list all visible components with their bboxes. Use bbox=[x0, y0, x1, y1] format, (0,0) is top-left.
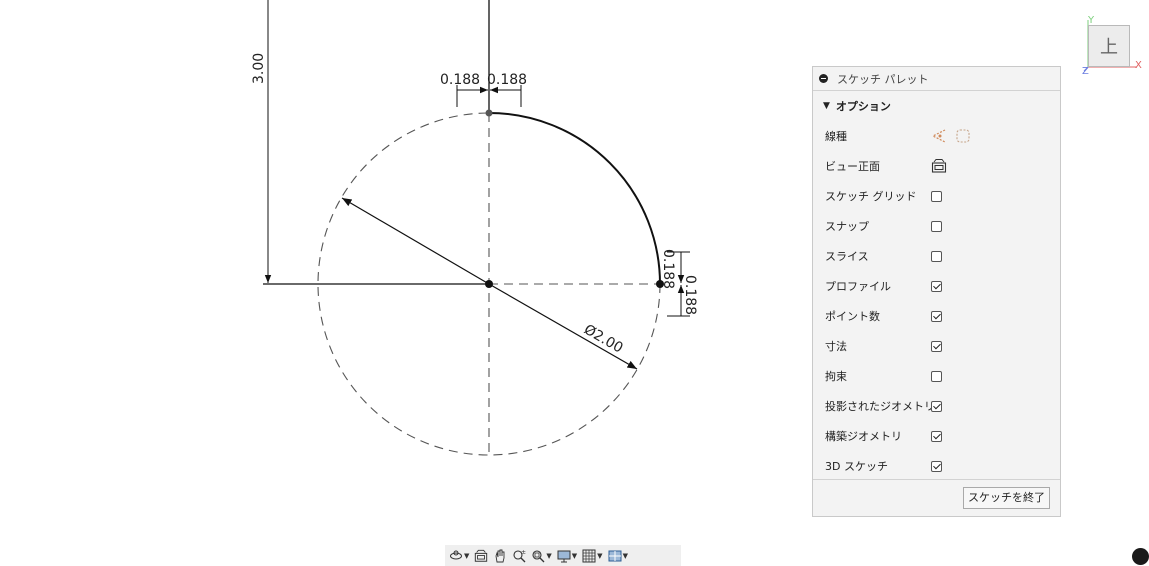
row-label: スライス bbox=[825, 250, 869, 263]
svg-text:±: ± bbox=[521, 549, 526, 556]
3d-sketch-checkbox[interactable] bbox=[931, 460, 942, 472]
fit-icon bbox=[532, 549, 545, 562]
arc-start-point[interactable] bbox=[485, 109, 493, 117]
viewcube[interactable]: X Y Z 上 bbox=[1082, 14, 1144, 74]
constraints-checkbox[interactable] bbox=[931, 370, 942, 382]
diameter-line-upper[interactable] bbox=[341, 197, 490, 285]
row-linetype: 線種 bbox=[813, 121, 1060, 151]
sketch-palette: スケッチ パレット ▼ オプション 線種 ビュー正面 スケッチ グリッド スナッ… bbox=[812, 66, 1061, 517]
navigation-bar: ▼ ± ▼ ▼ ▼ ▼ bbox=[445, 545, 681, 566]
dim-top-left-text[interactable]: 0.188 bbox=[440, 72, 480, 88]
row-label: 拘束 bbox=[825, 370, 847, 383]
triangle-down-icon: ▼ bbox=[823, 101, 830, 111]
palette-footer: スケッチを終了 bbox=[813, 479, 1060, 516]
sketch-arc[interactable] bbox=[488, 112, 661, 285]
snap-checkbox[interactable] bbox=[931, 220, 942, 232]
status-badge-icon[interactable] bbox=[1132, 548, 1149, 565]
options-section-header[interactable]: ▼ オプション bbox=[813, 91, 1060, 121]
row-label: 投影されたジオメトリ bbox=[825, 400, 935, 413]
orbit-button[interactable]: ▼ bbox=[449, 549, 469, 563]
row-label: ビュー正面 bbox=[825, 160, 880, 173]
linetype-controls bbox=[931, 128, 971, 144]
row-construction-geometry: 構築ジオメトリ bbox=[813, 421, 1060, 451]
finish-sketch-button[interactable]: スケッチを終了 bbox=[963, 487, 1050, 509]
viewports-icon bbox=[608, 550, 622, 561]
row-projected-geometry: 投影されたジオメトリ bbox=[813, 391, 1060, 421]
collapse-icon[interactable] bbox=[819, 74, 828, 83]
sketch-grid-checkbox[interactable] bbox=[931, 190, 942, 202]
center-point[interactable] bbox=[485, 280, 493, 288]
dimension-3-text[interactable]: 3.00 bbox=[251, 53, 267, 84]
projected-geometry-checkbox[interactable] bbox=[931, 400, 942, 412]
row-sketch-grid: スケッチ グリッド bbox=[813, 181, 1060, 211]
row-label: 構築ジオメトリ bbox=[825, 430, 902, 443]
row-profile: プロファイル bbox=[813, 271, 1060, 301]
points-checkbox[interactable] bbox=[931, 310, 942, 322]
viewcube-top-face[interactable]: 上 bbox=[1088, 25, 1130, 67]
diameter-line-lower[interactable] bbox=[488, 283, 638, 370]
display-settings-icon bbox=[557, 550, 571, 562]
dimensions-checkbox[interactable] bbox=[931, 340, 942, 352]
display-settings-button[interactable]: ▼ bbox=[557, 549, 577, 563]
look-at-icon bbox=[475, 549, 488, 562]
axis-x-label: X bbox=[1135, 60, 1142, 71]
row-3d-sketch: 3D スケッチ bbox=[813, 451, 1060, 481]
construction-geometry-checkbox[interactable] bbox=[931, 430, 942, 442]
row-points: ポイント数 bbox=[813, 301, 1060, 331]
fit-button[interactable]: ▼ bbox=[531, 549, 552, 563]
profile-checkbox[interactable] bbox=[931, 280, 942, 292]
dim-right-lower-text[interactable]: 0.188 bbox=[682, 275, 698, 315]
pan-icon bbox=[495, 549, 505, 562]
pan-button[interactable] bbox=[493, 549, 507, 563]
orbit-icon bbox=[450, 550, 462, 559]
arc-end-point[interactable] bbox=[656, 280, 664, 288]
row-slice: スライス bbox=[813, 241, 1060, 271]
row-label: 寸法 bbox=[825, 340, 847, 353]
row-label: プロファイル bbox=[825, 280, 891, 293]
row-label: 3D スケッチ bbox=[825, 460, 888, 473]
zoom-icon: ± bbox=[513, 549, 526, 562]
row-snap: スナップ bbox=[813, 211, 1060, 241]
look-at-icon[interactable] bbox=[931, 158, 947, 174]
palette-header[interactable]: スケッチ パレット bbox=[813, 67, 1060, 91]
viewports-button[interactable]: ▼ bbox=[608, 549, 628, 563]
look-at-button[interactable] bbox=[474, 549, 488, 563]
grid-button[interactable]: ▼ bbox=[582, 549, 603, 563]
slice-checkbox[interactable] bbox=[931, 250, 942, 262]
zoom-button[interactable]: ± bbox=[512, 549, 526, 563]
palette-title: スケッチ パレット bbox=[837, 72, 929, 86]
centerline-linetype-icon[interactable] bbox=[955, 128, 971, 144]
row-label: ポイント数 bbox=[825, 310, 880, 323]
row-constraints: 拘束 bbox=[813, 361, 1060, 391]
construction-linetype-icon[interactable] bbox=[931, 128, 947, 144]
row-label: 線種 bbox=[825, 130, 847, 143]
row-label: スナップ bbox=[825, 220, 869, 233]
row-look-at: ビュー正面 bbox=[813, 151, 1060, 181]
row-dimensions: 寸法 bbox=[813, 331, 1060, 361]
grid-icon bbox=[582, 549, 596, 562]
row-label: スケッチ グリッド bbox=[825, 190, 917, 203]
diameter-text[interactable]: Ø2.00 bbox=[581, 322, 626, 357]
options-section-label: オプション bbox=[835, 100, 891, 113]
axis-z-label: Z bbox=[1082, 66, 1089, 74]
dim-top-right-text[interactable]: 0.188 bbox=[487, 72, 527, 88]
